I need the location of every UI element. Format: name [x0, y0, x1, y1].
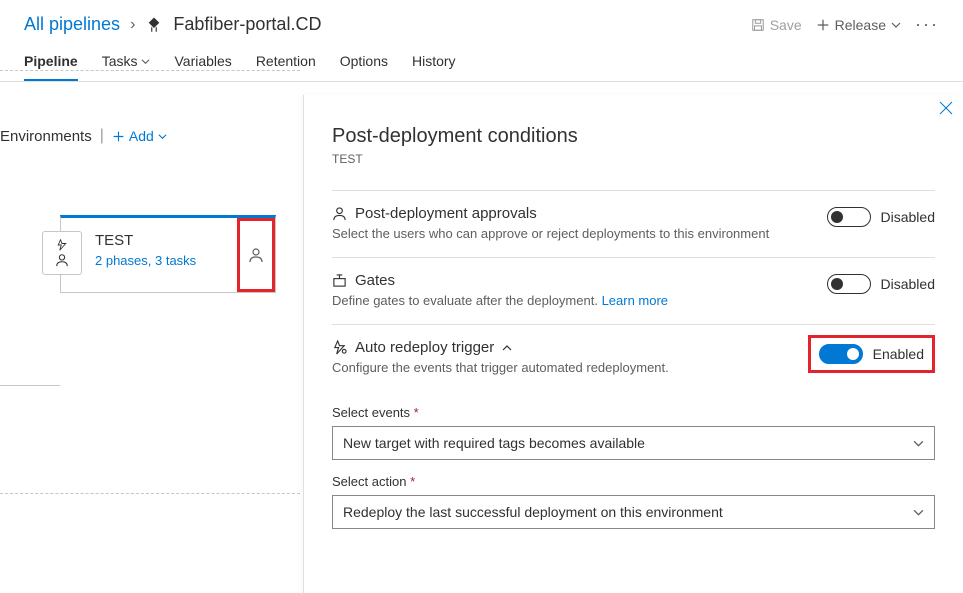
gates-learn-more-link[interactable]: Learn more: [602, 293, 668, 308]
events-label: Select events *: [332, 405, 935, 420]
connector-line: [0, 385, 60, 386]
environments-header: Environments | Add: [0, 77, 300, 155]
add-environment-button[interactable]: Add: [112, 128, 167, 144]
tab-variables[interactable]: Variables: [174, 43, 231, 81]
tab-tasks-label: Tasks: [102, 53, 138, 69]
section-gates: Gates Define gates to evaluate after the…: [332, 257, 935, 324]
divider: [0, 493, 300, 494]
tab-retention[interactable]: Retention: [256, 43, 316, 81]
save-button[interactable]: Save: [751, 17, 802, 33]
plus-icon: [816, 18, 830, 32]
chevron-up-icon: [502, 343, 512, 353]
divider: [0, 70, 300, 71]
tab-tasks[interactable]: Tasks: [102, 43, 151, 81]
chevron-right-icon: ›: [130, 16, 135, 34]
panel-stage-name: TEST: [332, 152, 935, 166]
panel-title: Post-deployment conditions: [332, 125, 935, 148]
person-icon: [248, 247, 264, 263]
save-icon: [751, 18, 765, 32]
gates-heading[interactable]: Gates: [332, 272, 827, 289]
chevron-down-icon: [913, 507, 924, 518]
rocket-icon: [145, 16, 163, 34]
gates-desc-text: Define gates to evaluate after the deplo…: [332, 293, 602, 308]
field-select-events: Select events * New target with required…: [332, 405, 935, 460]
chevron-down-icon: [913, 438, 924, 449]
pipeline-canvas: Environments | Add TE: [0, 105, 300, 593]
release-label: Release: [835, 17, 886, 33]
action-value: Redeploy the last successful deployment …: [343, 504, 723, 520]
more-button[interactable]: ···: [915, 14, 939, 35]
plus-icon: [112, 130, 125, 143]
environments-label: Environments: [0, 128, 92, 145]
close-button[interactable]: [939, 101, 953, 120]
chevron-down-icon: [158, 132, 167, 141]
gates-desc: Define gates to evaluate after the deplo…: [332, 293, 827, 308]
person-icon: [55, 253, 69, 267]
header-actions: Save Release ···: [751, 14, 939, 35]
action-select[interactable]: Redeploy the last successful deployment …: [332, 495, 935, 529]
redeploy-desc: Configure the events that trigger automa…: [332, 360, 808, 375]
breadcrumb: All pipelines › Fabfiber-portal.CD: [24, 14, 321, 35]
environment-card-body[interactable]: TEST 2 phases, 3 tasks: [61, 218, 237, 292]
chevron-down-icon: [891, 20, 901, 30]
tab-options[interactable]: Options: [340, 43, 388, 81]
breadcrumb-root-link[interactable]: All pipelines: [24, 14, 120, 35]
post-conditions-button[interactable]: [237, 218, 275, 292]
gates-toggle[interactable]: [827, 274, 871, 294]
approvals-desc: Select the users who can approve or reje…: [332, 226, 827, 241]
redeploy-heading-text: Auto redeploy trigger: [355, 339, 494, 356]
tab-history[interactable]: History: [412, 43, 456, 81]
approvals-heading[interactable]: Post-deployment approvals: [332, 205, 827, 222]
pre-conditions-button[interactable]: [42, 231, 82, 275]
add-label: Add: [129, 128, 154, 144]
trigger-icon: [55, 239, 69, 251]
action-label: Select action *: [332, 474, 935, 489]
section-approvals: Post-deployment approvals Select the use…: [332, 190, 935, 257]
redeploy-heading[interactable]: Auto redeploy trigger: [332, 339, 808, 356]
events-select[interactable]: New target with required tags becomes av…: [332, 426, 935, 460]
redeploy-state: Enabled: [873, 346, 924, 362]
post-deployment-panel: Post-deployment conditions TEST Post-dep…: [303, 95, 963, 593]
field-select-action: Select action * Redeploy the last succes…: [332, 474, 935, 529]
divider: |: [100, 127, 104, 145]
release-button[interactable]: Release: [816, 17, 901, 33]
trigger-icon: [332, 340, 347, 355]
page-header: All pipelines › Fabfiber-portal.CD Save …: [0, 0, 963, 43]
save-label: Save: [770, 17, 802, 33]
approvals-heading-text: Post-deployment approvals: [355, 205, 537, 222]
tab-pipeline[interactable]: Pipeline: [24, 43, 78, 81]
section-auto-redeploy: Auto redeploy trigger Configure the even…: [332, 324, 935, 391]
environment-name: TEST: [95, 232, 227, 249]
person-icon: [332, 206, 347, 221]
approvals-state: Disabled: [881, 209, 935, 225]
gates-heading-text: Gates: [355, 272, 395, 289]
events-value: New target with required tags becomes av…: [343, 435, 645, 451]
approvals-toggle[interactable]: [827, 207, 871, 227]
page-title: Fabfiber-portal.CD: [173, 14, 321, 35]
redeploy-toggle[interactable]: [819, 344, 863, 364]
environment-tasks-link[interactable]: 2 phases, 3 tasks: [95, 253, 227, 268]
gates-icon: [332, 273, 347, 288]
gates-state: Disabled: [881, 276, 935, 292]
chevron-down-icon: [141, 57, 150, 66]
environment-card[interactable]: TEST 2 phases, 3 tasks: [60, 215, 276, 293]
